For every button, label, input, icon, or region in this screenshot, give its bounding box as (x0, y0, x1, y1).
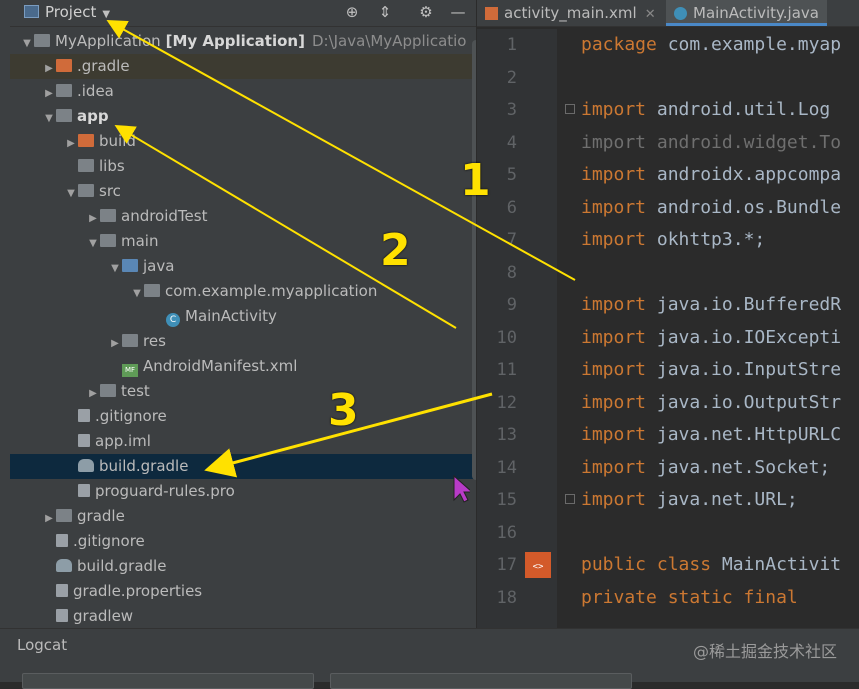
mouse-cursor-icon (453, 474, 470, 503)
arrow-1 (106, 20, 576, 281)
annotation-label-2: 2 (380, 225, 411, 276)
annotation-arrows (106, 20, 576, 478)
annotation-label-3: 3 (328, 385, 359, 436)
annotation-label-1: 1 (460, 155, 491, 206)
